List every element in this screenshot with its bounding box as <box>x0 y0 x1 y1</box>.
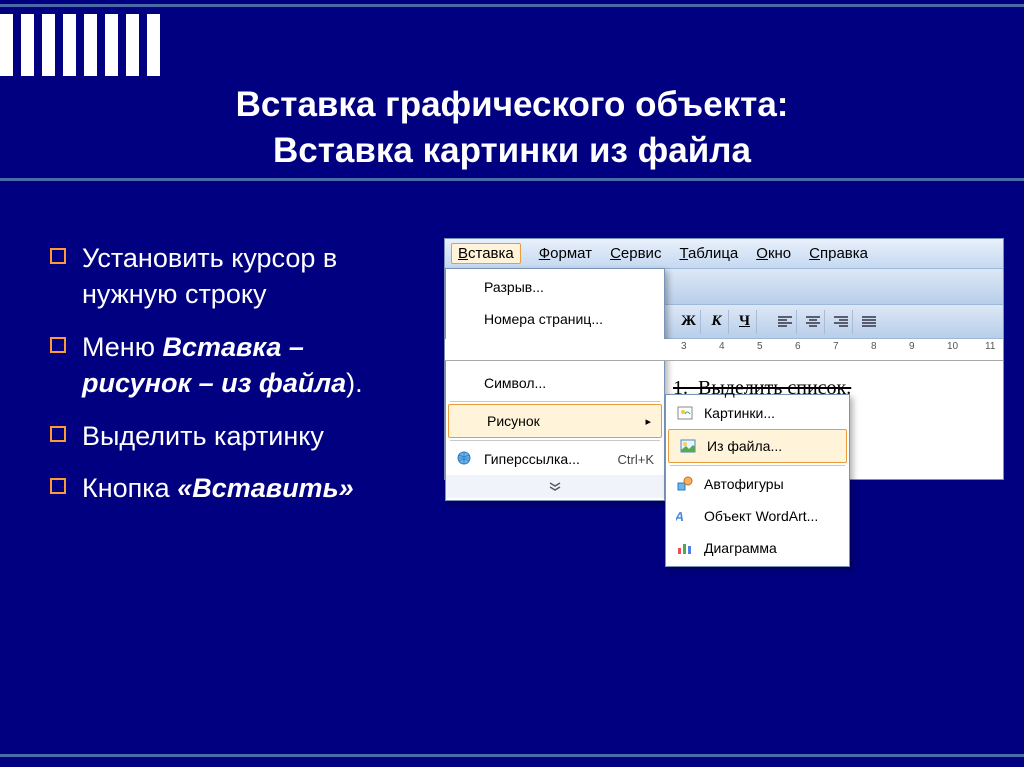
menu-window[interactable]: Окно <box>756 243 791 264</box>
menu-table[interactable]: Таблица <box>679 243 738 264</box>
blank-icon <box>455 411 481 431</box>
menu-item-label: Номера страниц... <box>484 311 603 327</box>
bullet-text: Выделить картинку <box>82 418 324 454</box>
submenu-arrow-icon: ▸ <box>645 415 651 428</box>
menu-item-label: Диаграмма <box>704 540 777 556</box>
title-divider <box>0 178 1024 181</box>
blank-icon <box>452 373 478 393</box>
menu-item-break[interactable]: Разрыв... <box>446 271 664 303</box>
menu-separator <box>670 465 845 466</box>
picture-icon <box>675 436 701 456</box>
blank-icon <box>452 309 478 329</box>
menu-item-label: Из файла... <box>707 438 782 454</box>
top-line-decoration <box>0 4 1024 7</box>
ruler-tick: 8 <box>871 341 877 352</box>
ruler-tick: 7 <box>833 341 839 352</box>
underline-button[interactable]: Ч <box>733 310 757 334</box>
submenu-item-autoshapes[interactable]: Автофигуры <box>666 468 849 500</box>
bullet-marker-icon <box>50 478 66 494</box>
menu-item-label: Картинки... <box>704 405 775 421</box>
menu-item-label: Символ... <box>484 375 546 391</box>
bullet-text: Меню Вставка – рисунок – из файла). <box>82 329 420 402</box>
ruler: 3 4 5 6 7 8 9 10 11 <box>445 339 1003 361</box>
menu-separator <box>450 401 660 402</box>
ruler-tick: 9 <box>909 341 915 352</box>
italic-button[interactable]: К <box>705 310 729 334</box>
bullet-list: Установить курсор в нужную строку Меню В… <box>0 215 440 523</box>
ruler-tick: 11 <box>985 341 995 352</box>
wordart-icon: A <box>672 506 698 526</box>
menu-format[interactable]: Формат <box>539 243 592 264</box>
doc-line: 1. Выделить список. <box>673 373 973 403</box>
svg-text:A: A <box>676 509 686 524</box>
word-screenshot: Вставка Формат Сервис Таблица Окно Справ… <box>444 238 1004 480</box>
globe-link-icon <box>452 449 478 469</box>
menu-item-label: Разрыв... <box>484 279 544 295</box>
menu-item-shortcut: Ctrl+K <box>618 452 654 467</box>
ruler-tick: 6 <box>795 341 801 352</box>
slide-title: Вставка графического объекта: Вставка ка… <box>0 82 1024 173</box>
bullet-text: Кнопка «Вставить» <box>82 470 354 506</box>
bullet-marker-icon <box>50 248 66 264</box>
title-line-2: Вставка картинки из файла <box>0 128 1024 174</box>
menu-service[interactable]: Сервис <box>610 243 661 264</box>
menu-expand-button[interactable] <box>446 475 664 498</box>
submenu-item-wordart[interactable]: A Объект WordArt... <box>666 500 849 532</box>
list-item: Меню Вставка – рисунок – из файла). <box>50 329 420 402</box>
bottom-line-decoration <box>0 754 1024 757</box>
bold-button[interactable]: Ж <box>677 310 701 334</box>
menu-separator <box>450 440 660 441</box>
shapes-icon <box>672 474 698 494</box>
ruler-tick: 4 <box>719 341 725 352</box>
menu-item-picture[interactable]: Рисунок ▸ <box>448 404 662 438</box>
list-item: Выделить картинку <box>50 418 420 454</box>
menu-item-pagenumbers[interactable]: Номера страниц... <box>446 303 664 335</box>
align-left-button[interactable] <box>773 310 797 334</box>
menu-help[interactable]: Справка <box>809 243 868 264</box>
ruler-tick: 10 <box>947 341 958 352</box>
menu-insert[interactable]: Вставка <box>451 243 521 264</box>
blank-icon <box>452 277 478 297</box>
align-right-button[interactable] <box>829 310 853 334</box>
chart-icon <box>672 538 698 558</box>
picture-submenu: Картинки... Из файла... Автофигуры A Объ… <box>665 394 850 567</box>
ruler-tick: 3 <box>681 341 687 352</box>
bullet-marker-icon <box>50 337 66 353</box>
bullet-text: Установить курсор в нужную строку <box>82 240 420 313</box>
title-line-1: Вставка графического объекта: <box>0 82 1024 128</box>
menu-item-label: Объект WordArt... <box>704 508 818 524</box>
menu-item-label: Рисунок <box>487 413 540 429</box>
ruler-tick: 5 <box>757 341 763 352</box>
menubar: Вставка Формат Сервис Таблица Окно Справ… <box>445 239 1003 269</box>
bullet-marker-icon <box>50 426 66 442</box>
submenu-item-chart[interactable]: Диаграмма <box>666 532 849 564</box>
list-item: Кнопка «Вставить» <box>50 470 420 506</box>
clipart-icon <box>672 403 698 423</box>
align-justify-button[interactable] <box>857 310 881 334</box>
menu-item-label: Гиперссылка... <box>484 451 580 467</box>
submenu-item-fromfile[interactable]: Из файла... <box>668 429 847 463</box>
bars-decoration <box>0 14 160 76</box>
menu-item-symbol[interactable]: Символ... <box>446 367 664 399</box>
list-item: Установить курсор в нужную строку <box>50 240 420 313</box>
align-center-button[interactable] <box>801 310 825 334</box>
insert-dropdown-menu: Разрыв... Номера страниц... Дата и время… <box>445 268 665 501</box>
menu-item-hyperlink[interactable]: Гиперссылка... Ctrl+K <box>446 443 664 475</box>
menu-item-label: Автофигуры <box>704 476 784 492</box>
